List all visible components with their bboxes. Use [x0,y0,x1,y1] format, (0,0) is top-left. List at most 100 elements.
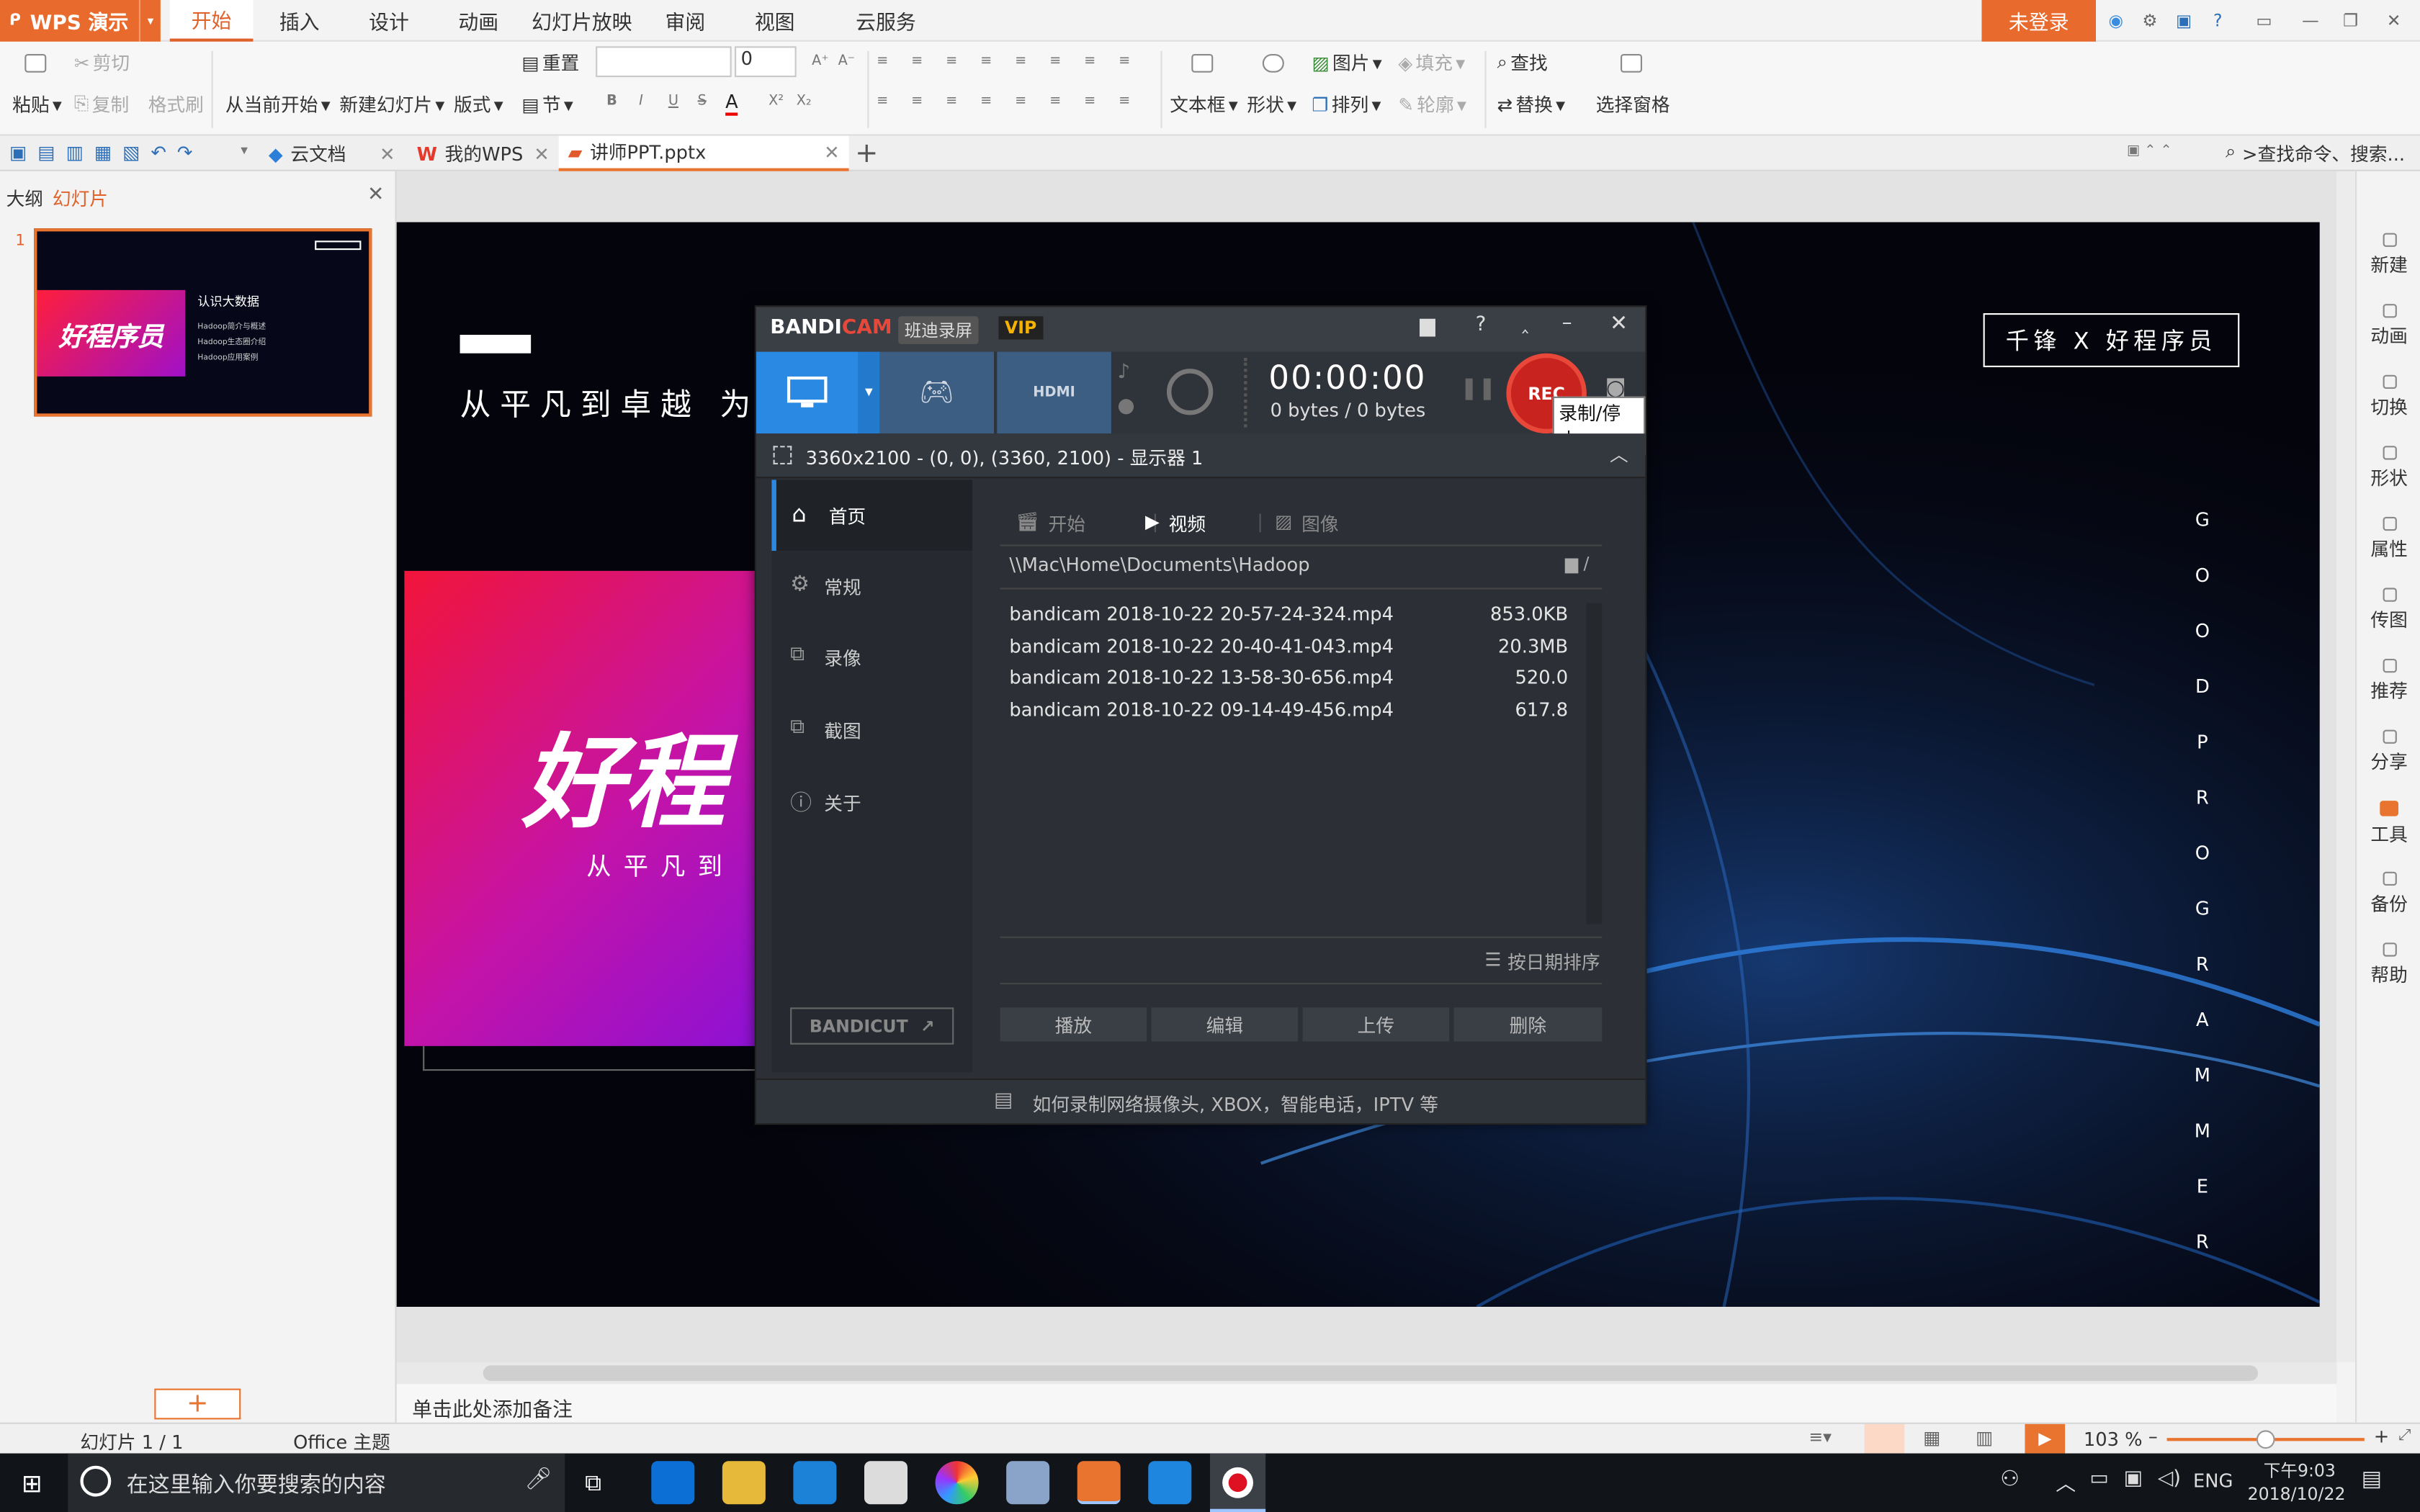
nav-video[interactable]: ⧉ 录像 [771,625,972,690]
doc-tab-mywps[interactable]: W 我的WPS ✕ [408,136,559,171]
grow-font-icon[interactable]: A⁺ [812,54,828,69]
copy-button[interactable]: ⎘ 复制 [74,91,129,117]
tab-cloud[interactable]: 云服务 [828,0,945,42]
sidebar-button-4[interactable]: 属性 [2357,516,2420,562]
zoom-slider[interactable] [2166,1430,2365,1449]
logo-block[interactable]: 好程 从平凡到 [404,570,775,1046]
select-pane-icon[interactable] [1621,54,1642,73]
slide-motto[interactable]: 从平凡到卓越 为梦 [460,379,800,424]
sidebar-button-5[interactable]: 传图 [2357,588,2420,632]
close-panel-icon[interactable]: ✕ [367,184,384,207]
zoom-level[interactable]: 103 % [2084,1428,2143,1450]
font-name-select[interactable] [596,46,732,78]
folder-icon[interactable]: ▆ [1420,315,1435,338]
task-view-icon[interactable]: ⧉ [585,1469,601,1497]
bandicam-taskbar-button[interactable] [1210,1453,1266,1512]
new-tab-plus-icon[interactable]: + [855,138,878,170]
nav-about[interactable]: ⓘ 关于 [771,770,972,834]
bold-button[interactable]: B [606,94,617,109]
picture-button[interactable]: ▨ 图片 ▾ [1312,50,1381,76]
tray-chevron-up-icon[interactable]: ︿ [2056,1467,2076,1496]
reset-button[interactable]: ▤ 重置 [521,50,579,76]
sidebar-button-2[interactable]: 切换 [2357,374,2420,420]
paint-app-icon[interactable] [1006,1461,1050,1505]
output-path[interactable]: \\Mac\Home\Documents\Hadoop [1009,554,1309,575]
browser-icon[interactable]: ◉ [2105,9,2127,31]
game-record-mode-button[interactable]: 🎮︎ [879,351,994,434]
brand-box[interactable]: 千锋 X 好程序员 [1983,313,2240,367]
pause-icon[interactable]: ❚❚ [1460,377,1496,401]
notification-icon[interactable]: ▤ [2362,1467,2382,1492]
minimize-to-tray-icon[interactable]: ‸ [1522,312,1528,335]
tab-insert[interactable]: 插入 [262,0,336,42]
close-icon[interactable]: ✕ [380,143,395,164]
normal-view-icon[interactable] [1864,1423,1905,1454]
clock-date[interactable]: 2018/10/22 [2241,1484,2352,1504]
bandicut-button[interactable]: BANDICUT ↗ [790,1007,954,1045]
battery-icon[interactable]: ▭ [2089,1467,2108,1490]
login-button[interactable]: 未登录 [1981,0,2096,42]
tab-get-started[interactable]: 🎬︎ 开始 [1016,510,1085,536]
color-picker-app-icon[interactable] [935,1461,979,1505]
screen-record-mode-button[interactable] [756,351,859,434]
bandicam-window[interactable]: BANDI CAM 班迪录屏 VIP ▆ ? ‸ – ✕ ▾ 🎮︎ HDMI ♪ … [754,305,1647,1125]
zoom-out-icon[interactable]: – [2148,1426,2158,1447]
sidebar-button-10[interactable]: 帮助 [2357,942,2420,987]
minimize-icon[interactable]: – [1562,312,1572,335]
play-button[interactable]: 播放 [1000,1007,1147,1042]
strike-button[interactable]: S [698,94,707,109]
shrink-font-icon[interactable]: A⁻ [838,54,855,69]
tab-video[interactable]: ▶ 视频 [1145,510,1206,536]
format-painter-button[interactable]: 格式刷 [148,91,204,117]
wps-presentation-taskbar-icon[interactable] [1077,1461,1121,1505]
horizontal-scrollbar[interactable] [396,1362,2337,1385]
windows-start-icon[interactable]: ⊞ [22,1469,42,1498]
file-explorer-icon[interactable] [722,1461,766,1505]
doc-tab-cloud[interactable]: ◆ 云文档 ✕ [259,136,404,171]
close-icon[interactable]: ✕ [1610,312,1628,336]
zoom-slider-thumb[interactable] [2256,1430,2275,1449]
subscript-icon[interactable]: X₂ [797,94,812,109]
tab-image[interactable]: ▨ 图像 [1275,510,1339,536]
tab-slideshow[interactable]: 幻灯片放映 [531,0,632,42]
command-search-box[interactable]: ⌕ >查找命令、搜索... [2226,140,2405,166]
webcam-icon[interactable] [1167,369,1214,415]
tab-animation[interactable]: 动画 [442,0,516,42]
play-slideshow-icon[interactable]: ▶ [2025,1423,2066,1454]
close-icon[interactable]: ✕ [824,141,840,163]
bandicam-footer[interactable]: ▤ 如何录制网络摄像头, XBOX，智能电话，IPTV 等 [756,1078,1646,1123]
input-language[interactable]: ENG [2193,1470,2233,1492]
tab-view[interactable]: 视图 [738,0,812,42]
notes-toggle-icon[interactable]: ≡▾ [1809,1427,1832,1447]
layout-button[interactable]: 版式 ▾ [454,91,503,117]
sidebar-button-6[interactable]: 推荐 [2357,659,2420,703]
tab-home[interactable]: 开始 [169,0,254,42]
people-icon[interactable]: ⚇ [2000,1467,2020,1492]
settings-icon[interactable]: ⚙ [2139,9,2161,31]
underline-button[interactable]: U [668,94,678,109]
speaker-icon[interactable]: ♪ [1117,361,1130,384]
slide-thumbnail[interactable]: 好程序员 认识大数据 Hadoop简介与概述 Hadoop生态圈介绍 Hadoo… [34,228,372,417]
scrollbar-thumb[interactable] [483,1365,2258,1381]
close-icon[interactable]: ✕ [534,143,550,164]
restore-ribbon-icon[interactable]: ▭ [2254,9,2275,31]
minimize-icon[interactable]: — [2300,9,2321,31]
new-slide-button[interactable]: 新建幻灯片 ▾ [339,91,444,117]
section-button[interactable]: ▤ 节 ▾ [521,91,573,117]
region-bar[interactable]: 3360x2100 - (0, 0), (3360, 2100) - 显示器 1… [756,433,1646,479]
upload-button[interactable]: 上传 [1302,1007,1450,1042]
tab-design[interactable]: 设计 [352,0,426,42]
add-slide-button[interactable]: + [154,1388,241,1420]
file-row[interactable]: bandicam 2018-10-22 09-14-49-456.mp4 617.… [1000,698,1587,729]
paragraph-align-icons[interactable]: ≡ ≡ ≡ ≡ ≡ ≡ ≡ ≡ [877,54,1139,69]
wps-writer-taskbar-icon[interactable] [1148,1461,1192,1505]
zoom-in-icon[interactable]: + [2374,1426,2390,1447]
textbox-button[interactable]: 文本框 ▾ [1170,91,1237,117]
paragraph-format-icons[interactable]: ≡ ≡ ≡ ≡ ≡ ≡ ≡ ≡ [877,94,1139,109]
file-row[interactable]: bandicam 2018-10-22 20-40-41-043.mp4 20.3… [1000,635,1587,666]
help-icon[interactable]: ? [1476,313,1487,336]
fill-button[interactable]: ◈ 填充 ▾ [1398,50,1465,76]
bandicam-title-bar[interactable]: BANDI CAM 班迪录屏 VIP ▆ ? ‸ – ✕ [756,307,1646,352]
volume-icon[interactable]: ◁) [2158,1467,2181,1490]
reading-view-icon[interactable]: ▥ [1976,1427,1993,1449]
